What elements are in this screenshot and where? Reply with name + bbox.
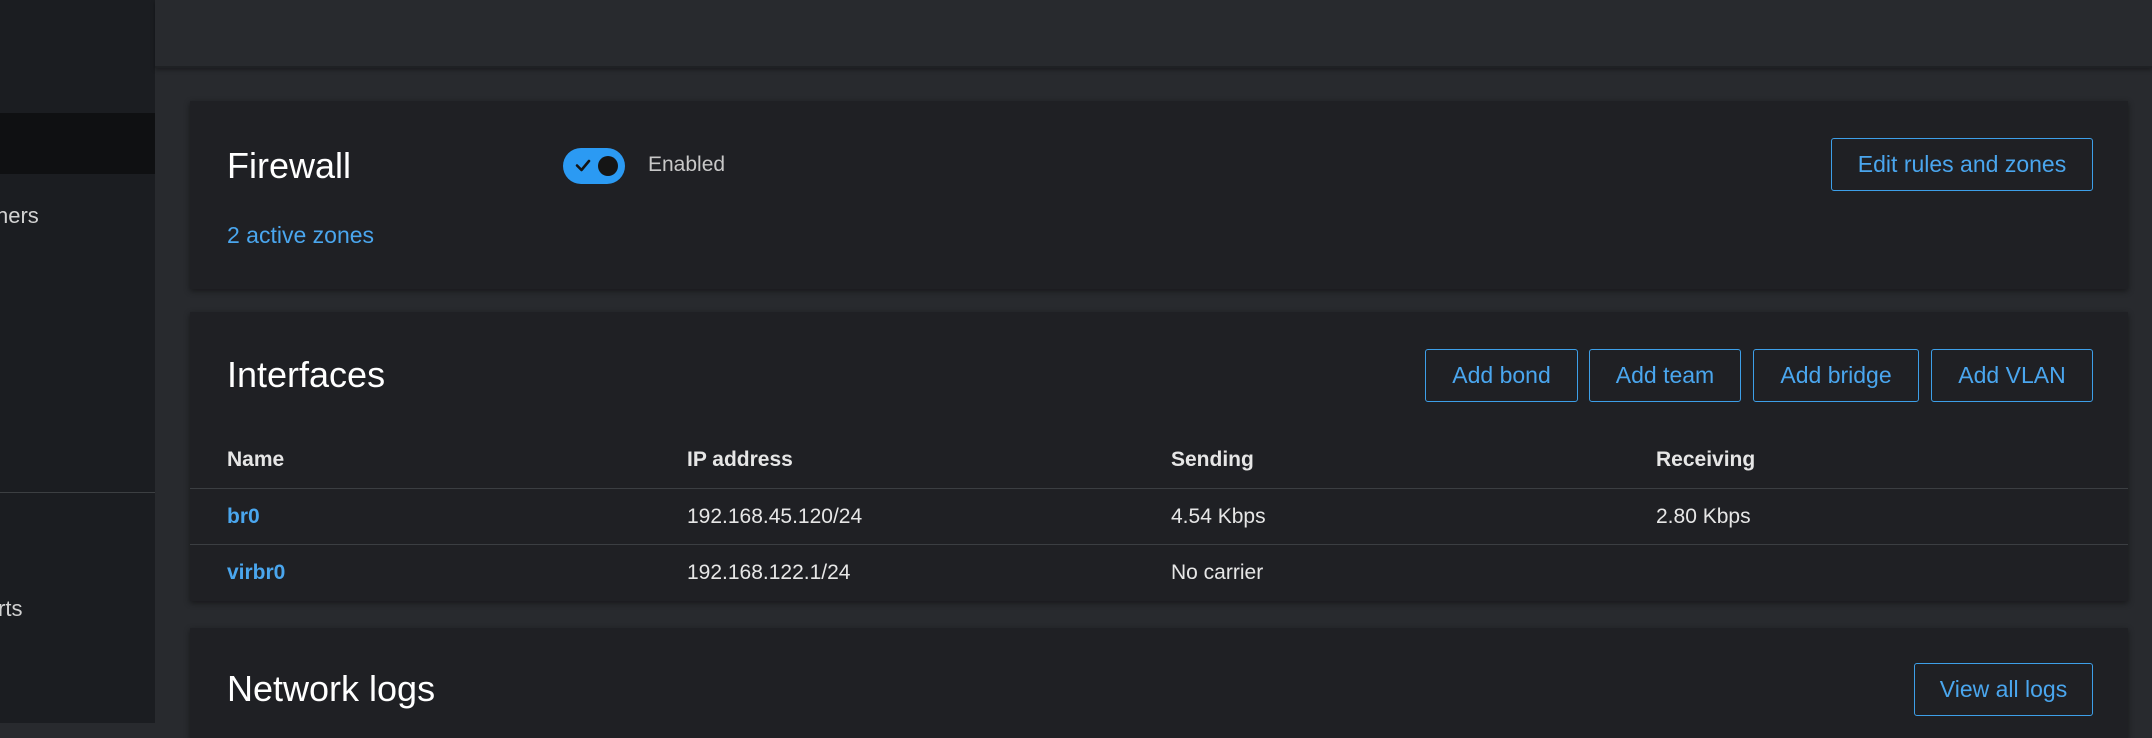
add-bond-button[interactable]: Add bond (1425, 349, 1578, 402)
column-header-ip[interactable]: IP address (687, 448, 793, 472)
interface-receiving: 2.80 Kbps (1656, 505, 1751, 528)
table-divider (190, 488, 2128, 489)
interface-ip: 192.168.45.120/24 (687, 505, 863, 528)
check-icon (575, 159, 591, 172)
add-vlan-button[interactable]: Add VLAN (1931, 349, 2093, 402)
interface-name-link[interactable]: virbr0 (227, 561, 285, 585)
interfaces-card: Interfaces Add bond Add team Add bridge … (190, 312, 2128, 601)
firewall-title: Firewall (227, 145, 352, 186)
network-logs-card: Network logs View all logs (190, 628, 2128, 738)
sidebar: ners rts (0, 0, 155, 723)
interface-sending: 4.54 Kbps (1171, 505, 1266, 528)
sidebar-divider (0, 492, 155, 493)
network-logs-title: Network logs (227, 668, 436, 709)
add-bridge-button[interactable]: Add bridge (1753, 349, 1919, 402)
column-header-receiving[interactable]: Receiving (1656, 448, 1755, 472)
edit-rules-zones-button[interactable]: Edit rules and zones (1831, 138, 2093, 191)
add-team-button[interactable]: Add team (1589, 349, 1741, 402)
firewall-card: Firewall Enabled 2 active zones Edit rul… (190, 101, 2128, 289)
column-header-name[interactable]: Name (227, 448, 284, 472)
interface-name-link[interactable]: br0 (227, 505, 260, 529)
masthead (155, 0, 2152, 68)
sidebar-item-label[interactable]: rts (0, 596, 22, 622)
column-header-sending[interactable]: Sending (1171, 448, 1254, 472)
sidebar-item-active[interactable] (0, 113, 155, 174)
active-zones-link[interactable]: 2 active zones (227, 222, 374, 249)
view-all-logs-button[interactable]: View all logs (1914, 663, 2093, 716)
toggle-knob (598, 156, 618, 176)
sidebar-item-label[interactable]: ners (0, 203, 39, 229)
firewall-toggle-label: Enabled (648, 153, 726, 176)
interface-sending: No carrier (1171, 561, 1264, 584)
interface-ip: 192.168.122.1/24 (687, 561, 851, 584)
table-divider (190, 544, 2128, 545)
interfaces-title: Interfaces (227, 354, 386, 395)
firewall-toggle[interactable] (563, 148, 625, 184)
